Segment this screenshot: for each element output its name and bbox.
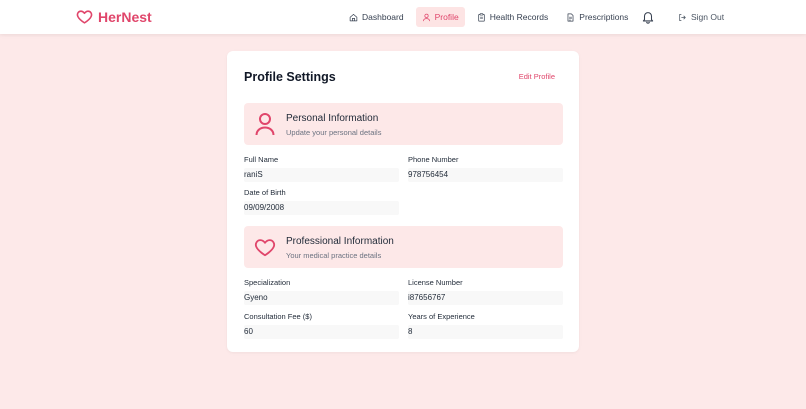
brand-logo[interactable]: HerNest [76,8,152,25]
consultation-fee-value[interactable]: 60 [244,325,399,339]
profile-settings-card: Profile Settings Edit Profile Personal I… [227,51,579,352]
professional-info-header: Professional Information Your medical pr… [244,226,563,268]
top-navbar: HerNest Dashboard Profile Health Records… [0,0,806,34]
sign-out-icon [679,13,686,21]
full-name-value[interactable]: raniS [244,168,399,182]
page-title: Profile Settings [244,70,336,84]
user-icon [422,13,430,21]
heart-icon [76,10,93,24]
field-label: Consultation Fee ($) [244,312,312,321]
nav-item-label: Dashboard [362,12,404,22]
document-icon [567,12,574,22]
consultation-fee-field: Consultation Fee ($) 60 [244,312,399,339]
license-number-value[interactable]: i87656767 [408,291,563,305]
section-title: Professional Information [286,236,394,247]
date-of-birth-field: Date of Birth 09/09/2008 [244,188,399,215]
section-subtitle: Update your personal details [286,128,382,137]
years-of-experience-value[interactable]: 8 [408,325,563,339]
license-number-field: License Number i87656767 [408,278,563,305]
sign-out-label: Sign Out [691,12,725,22]
bell-icon[interactable] [641,10,655,24]
field-label: License Number [408,278,463,287]
personal-info-header: Personal Information Update your persona… [244,103,563,145]
nav-item-label: Profile [434,12,459,22]
specialization-field: Specialization Gyeno [244,278,399,305]
field-label: Years of Experience [408,312,475,321]
nav-item-profile[interactable]: Profile [415,7,465,27]
section-title: Personal Information [286,113,379,124]
phone-number-value[interactable]: 978756454 [408,168,563,182]
sign-out-button[interactable]: Sign Out [678,7,724,27]
heart-icon [254,239,276,257]
edit-profile-button[interactable]: Edit Profile [519,72,555,81]
date-of-birth-value[interactable]: 09/09/2008 [244,201,399,215]
phone-number-field: Phone Number 978756454 [408,155,563,182]
nav-item-health-records[interactable]: Health Records [471,7,555,27]
home-icon [349,13,358,21]
field-label: Date of Birth [244,188,286,197]
user-icon [255,113,275,136]
years-of-experience-field: Years of Experience 8 [408,312,563,339]
clipboard-icon [478,12,485,22]
specialization-value[interactable]: Gyeno [244,291,399,305]
field-label: Phone Number [408,155,459,164]
nav-item-dashboard[interactable]: Dashboard [343,7,410,27]
nav-item-label: Health Records [489,12,549,22]
nav-item-label: Prescriptions [579,12,629,22]
field-label: Full Name [244,155,279,164]
brand-name: HerNest [98,8,152,25]
section-subtitle: Your medical practice details [286,251,382,260]
field-label: Specialization [244,278,291,287]
main-nav: Dashboard Profile Health Records Prescri… [343,7,640,27]
full-name-field: Full Name raniS [244,155,399,182]
nav-item-prescriptions[interactable]: Prescriptions [560,7,634,27]
